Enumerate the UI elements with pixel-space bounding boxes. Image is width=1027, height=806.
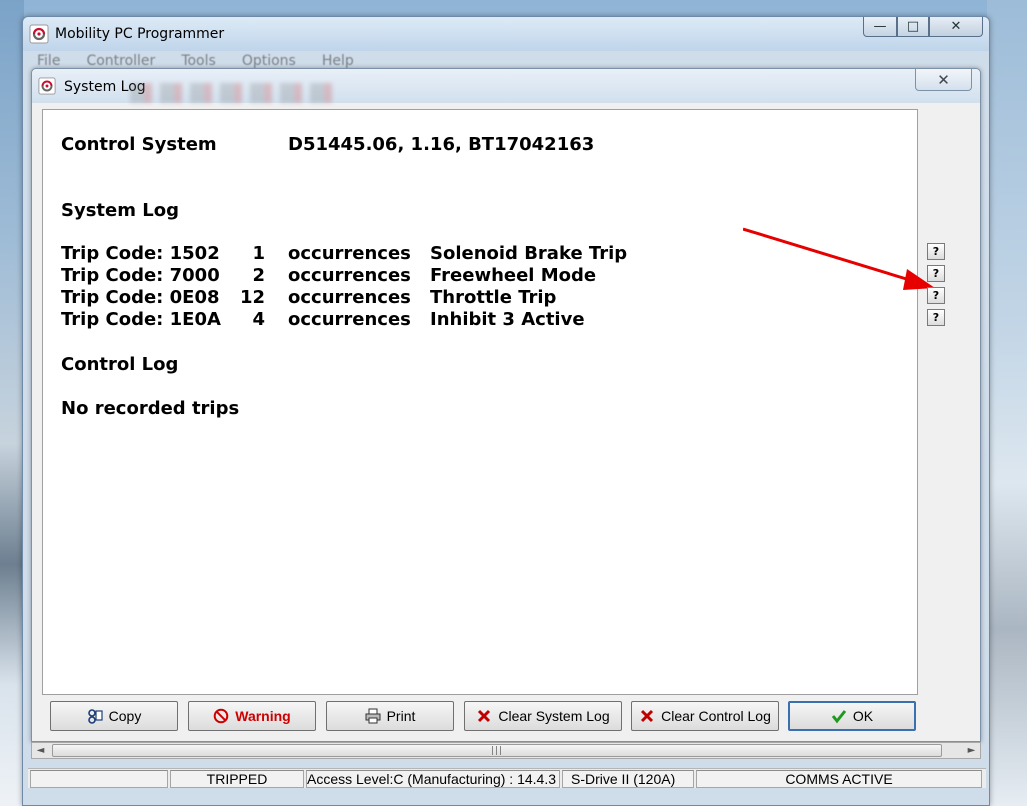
- warning-button[interactable]: Warning: [188, 701, 316, 731]
- trip-help-button[interactable]: ?: [927, 309, 945, 326]
- app-logo-icon: [29, 24, 49, 44]
- status-tripped: TRIPPED: [170, 770, 304, 788]
- status-drive: S-Drive II (120A): [562, 770, 694, 788]
- checkmark-icon: [831, 710, 847, 724]
- copy-label: Copy: [108, 708, 142, 724]
- dialog-logo-icon: [38, 77, 56, 95]
- trip-occurrences: occurrences: [288, 265, 411, 286]
- control-system-value: D51445.06, 1.16, BT17042163: [288, 134, 595, 155]
- desktop-background-left: [0, 0, 24, 806]
- trip-row: Trip Code: 0E08 12 occurrences Throttle …: [61, 287, 661, 309]
- trip-occurrences: occurrences: [288, 309, 411, 330]
- trip-description: Throttle Trip: [430, 287, 557, 308]
- copy-icon: [87, 709, 103, 724]
- close-icon: ✕: [950, 19, 962, 34]
- clear-control-log-label: Clear Control Log: [661, 708, 771, 724]
- desktop-background-right: [987, 0, 1027, 806]
- horizontal-scrollbar[interactable]: ◄ ||| ►: [31, 742, 981, 759]
- trip-occurrences: occurrences: [288, 287, 411, 308]
- trip-code: Trip Code: 0E08: [61, 287, 220, 308]
- status-comms: COMMS ACTIVE: [696, 770, 982, 788]
- trip-help-button[interactable]: ?: [927, 287, 945, 304]
- scroll-left-icon[interactable]: ◄: [32, 743, 49, 758]
- clear-system-log-label: Clear System Log: [498, 708, 610, 724]
- dialog-close-button[interactable]: ✕: [915, 69, 972, 91]
- system-log-dialog: System Log ✕ Control System D51445.06, 1…: [31, 68, 981, 742]
- grip-icon: |||: [490, 745, 504, 756]
- maximize-button[interactable]: □: [897, 17, 929, 37]
- minimize-button[interactable]: —: [863, 17, 897, 37]
- app-title: Mobility PC Programmer: [55, 26, 225, 42]
- status-access-level: Access Level:C (Manufacturing) : 14.4.3: [306, 770, 560, 788]
- trip-description: Solenoid Brake Trip: [430, 243, 628, 264]
- status-bar: TRIPPED Access Level:C (Manufacturing) :…: [28, 768, 986, 788]
- ok-button[interactable]: OK: [788, 701, 916, 731]
- control-log-empty-text: No recorded trips: [61, 398, 240, 419]
- app-titlebar: Mobility PC Programmer — □ ✕: [23, 17, 989, 51]
- trip-row: Trip Code: 1502 1 occurrences Solenoid B…: [61, 243, 661, 265]
- trip-count: 4: [252, 309, 265, 330]
- app-close-button[interactable]: ✕: [929, 17, 983, 37]
- print-label: Print: [386, 708, 416, 724]
- question-mark-icon: ?: [932, 245, 940, 258]
- red-x-icon: [478, 709, 491, 723]
- trip-count: 1: [252, 243, 265, 264]
- warning-label: Warning: [235, 708, 291, 724]
- window-caption-buttons: — □ ✕: [863, 17, 983, 37]
- obscured-toolbar: [130, 83, 340, 103]
- log-content-panel: Control System D51445.06, 1.16, BT170421…: [42, 109, 935, 695]
- trip-occurrences: occurrences: [288, 243, 411, 264]
- trip-help-button[interactable]: ?: [927, 243, 945, 260]
- question-mark-icon: ?: [932, 289, 940, 302]
- dialog-titlebar: System Log ✕: [32, 69, 980, 103]
- close-icon: ✕: [937, 70, 950, 89]
- clear-control-log-button[interactable]: Clear Control Log: [631, 701, 779, 731]
- print-button[interactable]: Print: [326, 701, 454, 731]
- trip-description: Inhibit 3 Active: [430, 309, 585, 330]
- system-log-heading: System Log: [61, 200, 179, 221]
- control-system-label: Control System: [61, 134, 217, 155]
- trip-code: Trip Code: 1E0A: [61, 309, 221, 330]
- no-entry-icon: [213, 708, 229, 724]
- copy-button[interactable]: Copy: [50, 701, 178, 731]
- minimize-icon: —: [873, 19, 887, 34]
- maximize-icon: □: [906, 19, 920, 34]
- annotation-arrow: [743, 227, 935, 290]
- trip-help-button[interactable]: ?: [927, 265, 945, 282]
- trip-row: Trip Code: 7000 2 occurrences Freewheel …: [61, 265, 661, 287]
- printer-icon: [365, 708, 381, 724]
- trip-code: Trip Code: 1502: [61, 243, 220, 264]
- scroll-thumb[interactable]: |||: [52, 744, 942, 757]
- trip-description: Freewheel Mode: [430, 265, 597, 286]
- trip-count: 2: [252, 265, 265, 286]
- trip-count: 12: [239, 287, 265, 308]
- scroll-right-icon[interactable]: ►: [963, 743, 980, 758]
- clear-system-log-button[interactable]: Clear System Log: [464, 701, 622, 731]
- question-mark-icon: ?: [932, 311, 940, 324]
- red-x-icon: [641, 709, 654, 723]
- control-log-heading: Control Log: [61, 354, 179, 375]
- status-pane-empty: [30, 770, 168, 788]
- ok-label: OK: [852, 708, 874, 724]
- trip-code: Trip Code: 7000: [61, 265, 220, 286]
- question-mark-icon: ?: [932, 267, 940, 280]
- trip-row: Trip Code: 1E0A 4 occurrences Inhibit 3 …: [61, 309, 661, 331]
